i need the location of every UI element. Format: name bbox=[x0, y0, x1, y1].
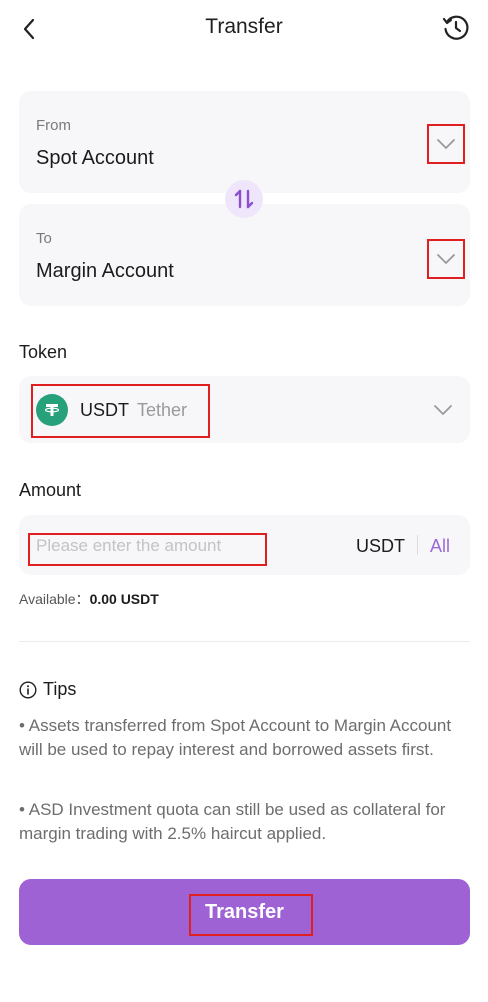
amount-label: Amount bbox=[19, 480, 82, 500]
chevron-down-icon bbox=[434, 405, 452, 415]
to-account-dropdown[interactable] bbox=[427, 239, 465, 279]
from-account-dropdown[interactable] bbox=[427, 124, 465, 164]
from-label: From bbox=[36, 117, 71, 134]
history-clock-icon bbox=[442, 15, 469, 40]
amount-input[interactable] bbox=[36, 534, 261, 558]
amount-unit: USDT bbox=[356, 536, 405, 556]
chevron-down-icon bbox=[437, 139, 455, 149]
token-label: Token bbox=[19, 342, 68, 362]
available-label: Available： bbox=[19, 591, 90, 607]
token-name: Tether bbox=[137, 400, 188, 420]
available-value: 0.00 USDT bbox=[89, 591, 159, 607]
amount-separator bbox=[417, 535, 418, 555]
tips-title: Tips bbox=[43, 679, 77, 699]
token-selector[interactable]: USDT Tether bbox=[19, 376, 470, 443]
to-account-value: Margin Account bbox=[36, 260, 174, 282]
transfer-button[interactable]: Transfer bbox=[19, 879, 470, 945]
swap-accounts-button[interactable] bbox=[225, 180, 263, 218]
from-account-card[interactable]: From Spot Account bbox=[19, 91, 470, 193]
tip-item: • Assets transferred from Spot Account t… bbox=[19, 716, 452, 759]
transfer-button-label: Transfer bbox=[205, 901, 284, 923]
token-symbol: USDT bbox=[80, 400, 129, 420]
divider bbox=[19, 641, 470, 642]
header: Transfer bbox=[0, 0, 488, 58]
info-icon bbox=[19, 680, 37, 699]
tips-heading: Tips bbox=[19, 679, 76, 700]
tip-item: • ASD Investment quota can still be used… bbox=[19, 800, 446, 843]
all-button[interactable]: All bbox=[430, 536, 450, 557]
available-balance: Available：0.00 USDT bbox=[19, 589, 159, 609]
chevron-down-icon bbox=[437, 254, 455, 264]
swap-arrows-icon bbox=[234, 189, 254, 209]
from-account-value: Spot Account bbox=[36, 147, 154, 169]
to-label: To bbox=[36, 230, 52, 247]
page-title: Transfer bbox=[205, 15, 283, 38]
amount-field: USDT All bbox=[19, 515, 470, 575]
to-account-card[interactable]: To Margin Account bbox=[19, 204, 470, 306]
history-button[interactable] bbox=[442, 14, 470, 42]
usdt-logo-icon bbox=[36, 394, 68, 426]
